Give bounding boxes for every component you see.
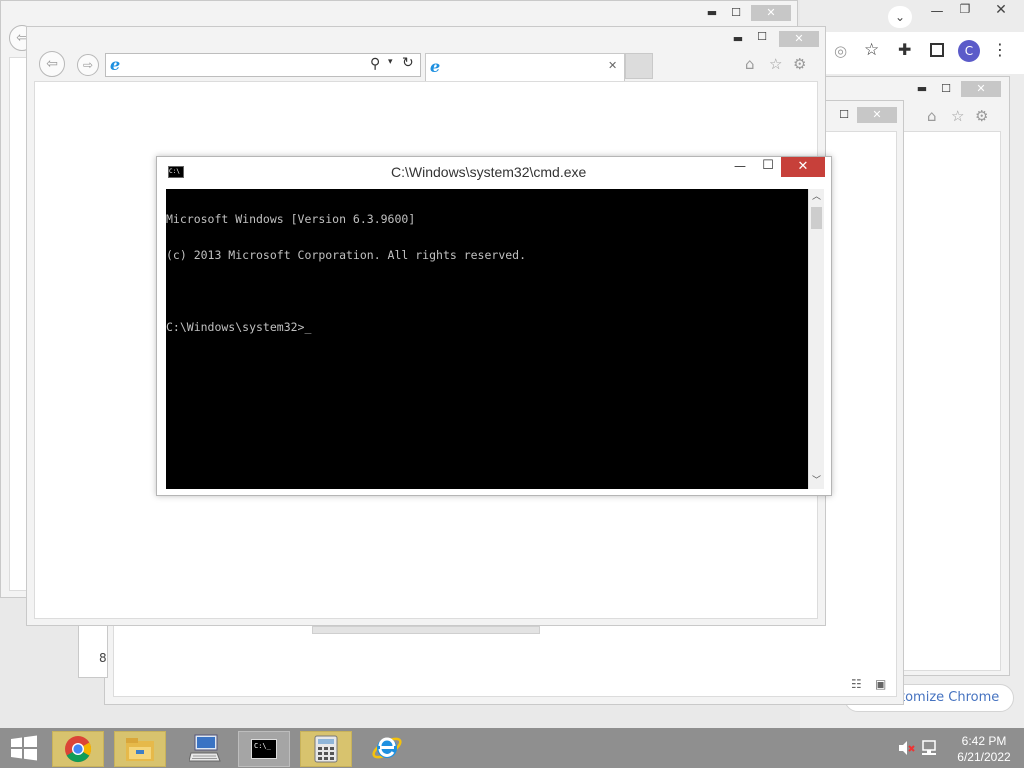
taskbar-remote-desktop[interactable] xyxy=(180,731,230,765)
extensions-puzzle-icon[interactable]: ✚ xyxy=(898,40,911,59)
maximize-button[interactable]: ☐ xyxy=(757,158,779,176)
close-button[interactable]: ✕ xyxy=(779,31,819,47)
scroll-thumb[interactable] xyxy=(811,207,822,229)
maximize-button[interactable]: ☐ xyxy=(725,5,747,21)
taskbar: C:\_ 6:42 PM 6/21/2022 xyxy=(0,728,1024,768)
minimize-button[interactable]: ▬ xyxy=(701,5,723,21)
settings-gear-icon[interactable]: ⚙ xyxy=(975,107,988,125)
ie-page-icon: e xyxy=(110,55,121,74)
computer-keyboard-icon xyxy=(189,734,221,762)
close-tab-icon[interactable]: ✕ xyxy=(608,59,617,72)
start-button[interactable] xyxy=(0,731,48,765)
volume-muted-icon[interactable] xyxy=(898,740,916,756)
home-icon[interactable]: ⌂ xyxy=(927,107,937,125)
network-icon[interactable] xyxy=(920,740,938,756)
folder-icon xyxy=(126,738,154,761)
close-button[interactable]: ✕ xyxy=(961,81,1001,97)
calculator-icon xyxy=(314,735,338,763)
address-bar[interactable]: e ⚲ ▾ ↻ xyxy=(105,53,421,77)
customize-chrome-label: tomize Chrome xyxy=(900,690,1000,705)
new-tab-button[interactable] xyxy=(625,53,653,79)
favorites-star-icon[interactable]: ☆ xyxy=(951,107,964,125)
browser-tab[interactable]: e ✕ xyxy=(425,53,625,81)
clock-date[interactable]: 6/21/2022 xyxy=(948,750,1020,764)
profile-avatar[interactable]: C xyxy=(958,40,980,62)
close-button[interactable]: ✕ xyxy=(988,2,1014,20)
vertical-scrollbar[interactable]: ︿ ﹀ xyxy=(808,189,824,489)
taskbar-cmd[interactable]: C:\_ xyxy=(238,731,290,767)
restore-button[interactable]: ❐ xyxy=(954,2,976,20)
bookmark-star-icon[interactable]: ☆ xyxy=(864,40,879,60)
close-button[interactable]: ✕ xyxy=(781,157,825,177)
search-icon[interactable]: ⚲ xyxy=(370,56,380,72)
partial-text: 8 xyxy=(99,651,107,665)
back-button[interactable]: ⇦ xyxy=(39,51,65,77)
thumbnail-view-icon[interactable]: ▣ xyxy=(875,677,886,691)
horizontal-scrollbar[interactable] xyxy=(312,626,540,634)
close-button[interactable]: ✕ xyxy=(857,107,897,123)
cmd-app-icon: C:\ xyxy=(168,166,184,178)
home-icon[interactable]: ⌂ xyxy=(745,55,755,73)
console-line: Microsoft Windows [Version 6.3.9600] xyxy=(166,212,416,226)
console-prompt-line: C:\Windows\system32>_ xyxy=(166,321,808,333)
ie-tab-icon: e xyxy=(430,57,441,76)
scroll-up-arrow-icon[interactable]: ︿ xyxy=(812,189,821,202)
text-cursor: _ xyxy=(304,320,312,334)
taskbar-internet-explorer[interactable] xyxy=(362,731,412,765)
forward-button[interactable]: ⇨ xyxy=(77,54,99,76)
dropdown-arrow-icon[interactable]: ▾ xyxy=(388,57,393,67)
extension-sync-icon[interactable]: ◎ xyxy=(834,42,847,60)
window-title: C:\Windows\system32\cmd.exe xyxy=(391,164,587,180)
minimize-button[interactable]: ▬ xyxy=(911,81,933,97)
console-output[interactable]: Microsoft Windows [Version 6.3.9600] (c)… xyxy=(166,189,808,489)
minimize-button[interactable]: ▬ xyxy=(727,31,749,47)
scroll-down-arrow-icon[interactable]: ﹀ xyxy=(812,473,821,486)
cmd-window: C:\ C:\Windows\system32\cmd.exe — ☐ ✕ Mi… xyxy=(156,156,832,496)
minimize-button[interactable]: — xyxy=(926,4,948,20)
console-prompt: C:\Windows\system32> xyxy=(166,320,305,334)
maximize-button[interactable]: ☐ xyxy=(751,29,773,45)
settings-gear-icon[interactable]: ⚙ xyxy=(793,55,806,73)
side-panel-icon[interactable] xyxy=(930,43,944,57)
refresh-icon[interactable]: ↻ xyxy=(402,55,414,71)
list-view-icon[interactable]: ☷ xyxy=(851,677,862,691)
taskbar-chrome[interactable] xyxy=(52,731,104,767)
windows-logo-icon xyxy=(11,735,37,761)
minimize-button[interactable]: — xyxy=(729,159,751,177)
clock-time[interactable]: 6:42 PM xyxy=(952,734,1016,748)
cmd-icon: C:\_ xyxy=(251,739,277,759)
partial-window: 8 xyxy=(78,620,108,678)
maximize-button[interactable]: ☐ xyxy=(935,81,957,97)
ie-icon xyxy=(372,737,402,759)
chrome-menu-icon[interactable]: ⋮ xyxy=(992,40,1008,59)
chrome-icon xyxy=(65,736,92,763)
favorites-star-icon[interactable]: ☆ xyxy=(769,55,782,73)
taskbar-file-explorer[interactable] xyxy=(114,731,166,767)
chrome-tab-dropdown-button[interactable]: ⌄ xyxy=(888,6,912,28)
close-button[interactable]: ✕ xyxy=(751,5,791,21)
maximize-button[interactable]: ☐ xyxy=(833,107,855,123)
taskbar-calculator[interactable] xyxy=(300,731,352,767)
console-line: (c) 2013 Microsoft Corporation. All righ… xyxy=(166,248,527,262)
